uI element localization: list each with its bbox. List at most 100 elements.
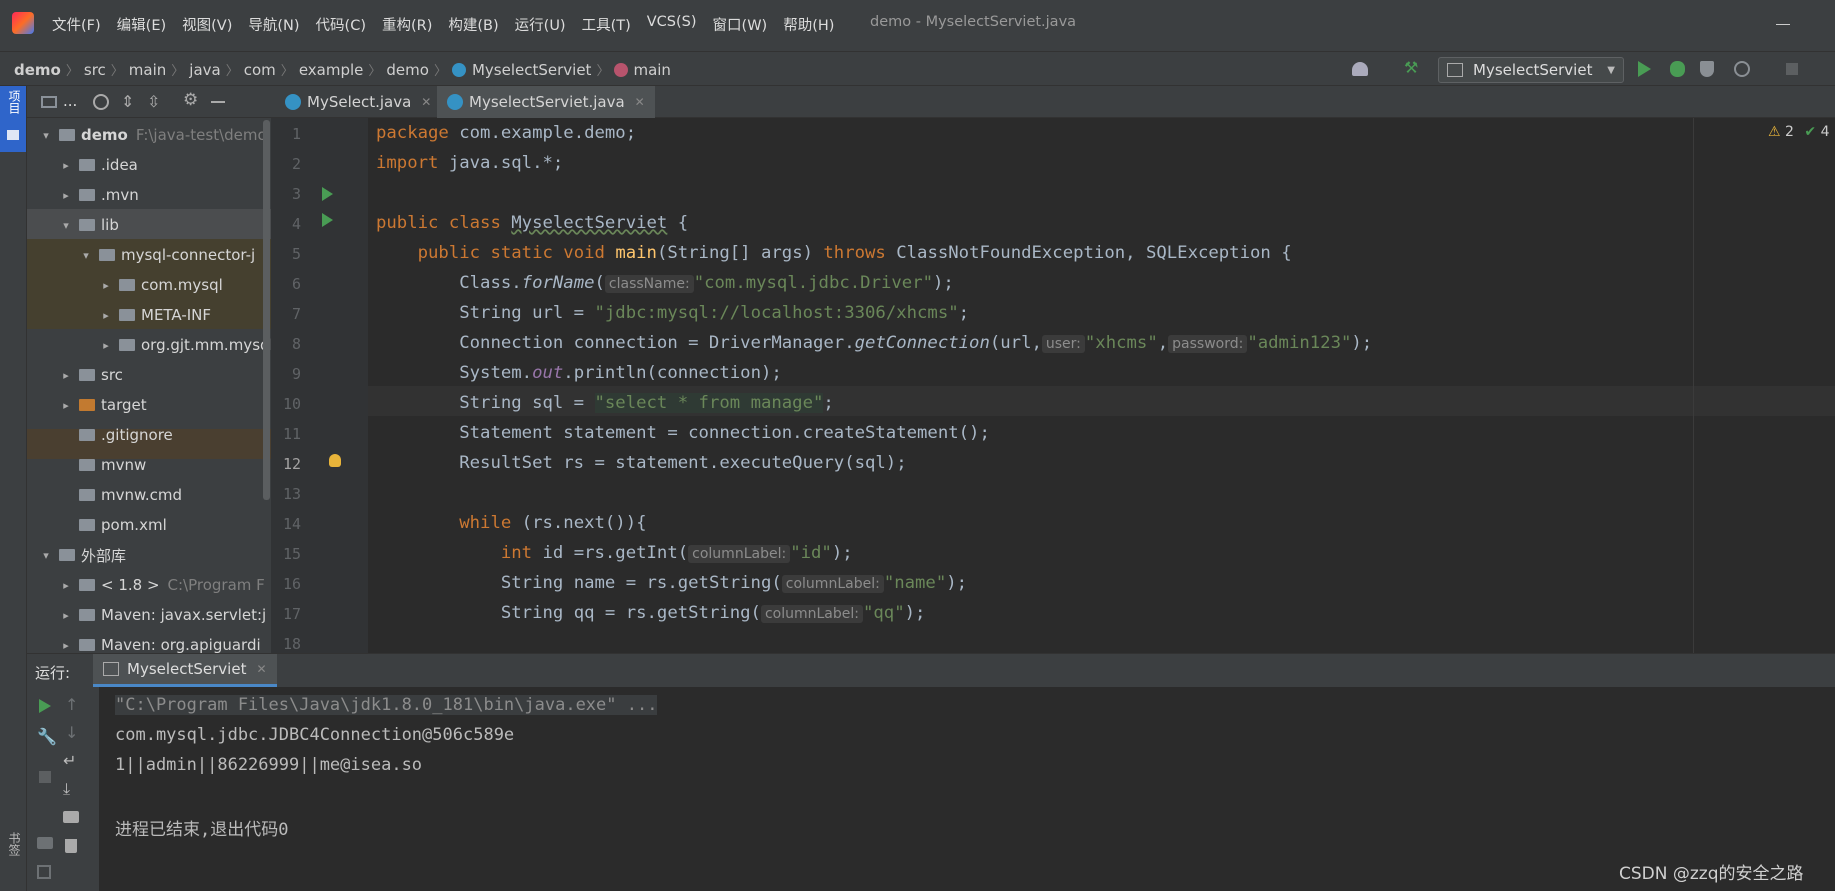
tree-item[interactable]: ▸ target: [27, 390, 271, 420]
param-hint: columnLabel:: [781, 575, 884, 593]
tab-myselect[interactable]: MySelect.java ✕: [275, 86, 441, 118]
tree-item[interactable]: ▸ org.gjt.mm.mysql: [27, 330, 271, 360]
debug-icon[interactable]: [1670, 61, 1685, 77]
tree-item[interactable]: mvnw.cmd: [27, 480, 271, 510]
expand-all-icon[interactable]: ⇕: [121, 92, 134, 111]
menu-edit[interactable]: 编辑(E): [117, 14, 166, 35]
console-output[interactable]: "C:\Program Files\Java\jdk1.8.0_181\bin\…: [99, 687, 1835, 891]
chevron-right-icon[interactable]: ▸: [59, 399, 73, 412]
breadcrumb-project[interactable]: demo: [14, 61, 61, 79]
tree-item-label: < 1.8 >: [101, 576, 160, 594]
tree-scrollbar[interactable]: [263, 120, 270, 500]
tree-item[interactable]: ▸ < 1.8 > C:\Program F: [27, 570, 271, 600]
tree-item[interactable]: ▸ META-INF: [27, 300, 271, 330]
stop-icon[interactable]: [39, 771, 51, 783]
close-icon[interactable]: ✕: [635, 95, 645, 109]
breadcrumb-example[interactable]: example: [299, 61, 364, 79]
run-gutter-icon[interactable]: [322, 213, 333, 227]
menu-window[interactable]: 窗口(W): [713, 14, 768, 35]
down-arrow-icon[interactable]: ↓: [65, 723, 78, 742]
tree-item[interactable]: .gitignore: [27, 420, 271, 450]
tree-item[interactable]: ▸ .idea: [27, 150, 271, 180]
menu-code[interactable]: 代码(C): [316, 14, 366, 35]
run-tab[interactable]: MyselectServiet ✕: [93, 654, 277, 687]
run-gutter-icon[interactable]: [322, 187, 333, 201]
tree-item[interactable]: ▾ demo F:\java-test\demo: [27, 120, 271, 150]
menu-navigate[interactable]: 导航(N): [248, 14, 299, 35]
menu-file[interactable]: 文件(F): [52, 14, 101, 35]
breadcrumb-java[interactable]: java: [189, 61, 220, 79]
wrench-icon[interactable]: 🔧: [37, 727, 57, 746]
menu-build[interactable]: 构建(B): [448, 14, 498, 35]
chevron-right-icon[interactable]: ▸: [59, 369, 73, 382]
chevron-right-icon[interactable]: ▸: [59, 159, 73, 172]
scroll-to-end-icon[interactable]: ⤓: [63, 779, 70, 799]
tree-item[interactable]: ▸ src: [27, 360, 271, 390]
tree-item[interactable]: ▾ 外部库: [27, 540, 271, 570]
breadcrumb-com[interactable]: com: [244, 61, 276, 79]
run-configuration-select[interactable]: MyselectServiet ▼: [1438, 57, 1624, 83]
tree-item[interactable]: ▸ Maven: org.apiguardi: [27, 630, 271, 653]
chevron-right-icon[interactable]: ▸: [59, 609, 73, 622]
build-hammer-icon[interactable]: ⚒: [1404, 60, 1420, 76]
line-number: 16: [282, 575, 301, 593]
breadcrumb-src[interactable]: src: [84, 61, 106, 79]
tab-myselectserviet[interactable]: MyselectServiet.java ✕: [437, 86, 655, 121]
chevron-right-icon[interactable]: ▸: [59, 639, 73, 652]
bookmarks-tool-label[interactable]: 书签: [6, 832, 23, 856]
project-panel-title[interactable]: ...: [63, 92, 77, 110]
rerun-icon[interactable]: [39, 699, 51, 713]
breadcrumb-main[interactable]: main: [129, 61, 166, 79]
coverage-icon[interactable]: [1700, 61, 1714, 77]
close-icon[interactable]: ✕: [421, 95, 431, 109]
collapse-all-icon[interactable]: ⇳: [147, 92, 160, 111]
locate-icon[interactable]: [93, 94, 109, 110]
tree-item[interactable]: ▾ mysql-connector-j: [27, 240, 271, 270]
chevron-down-icon[interactable]: ▾: [39, 129, 53, 142]
close-icon[interactable]: ✕: [256, 662, 266, 676]
chevron-right-icon[interactable]: ▸: [99, 279, 113, 292]
soft-wrap-icon[interactable]: ↵: [63, 751, 76, 770]
tree-item[interactable]: ▸ .mvn: [27, 180, 271, 210]
tree-item[interactable]: ▸ Maven: javax.servlet:j: [27, 600, 271, 630]
menu-view[interactable]: 视图(V): [182, 14, 232, 35]
folder-icon: [79, 519, 95, 531]
menu-tools[interactable]: 工具(T): [582, 14, 631, 35]
chevron-down-icon[interactable]: ▾: [79, 249, 93, 262]
trash-icon[interactable]: [65, 839, 77, 853]
breadcrumb-demo[interactable]: demo: [386, 61, 429, 79]
chevron-right-icon[interactable]: ▸: [99, 309, 113, 322]
hide-panel-icon[interactable]: [211, 101, 225, 103]
code-editor[interactable]: ⚠ 2 ✔ 4 package com.example.demo; import…: [368, 118, 1835, 653]
project-view-icon[interactable]: [41, 96, 57, 108]
camera-icon[interactable]: [37, 837, 53, 849]
user-icon[interactable]: [1352, 62, 1368, 76]
menu-help[interactable]: 帮助(H): [783, 14, 834, 35]
chevron-down-icon[interactable]: ▾: [39, 549, 53, 562]
breadcrumb-method[interactable]: main: [633, 61, 670, 79]
chevron-down-icon[interactable]: ▾: [59, 219, 73, 232]
menu-refactor[interactable]: 重构(R): [382, 14, 432, 35]
intention-bulb-icon[interactable]: [329, 454, 341, 467]
project-tool-button[interactable]: 项目: [0, 86, 26, 152]
print-icon[interactable]: [63, 811, 79, 823]
tree-item[interactable]: pom.xml: [27, 510, 271, 540]
tree-item[interactable]: mvnw: [27, 450, 271, 480]
tree-item[interactable]: ▾ lib: [27, 210, 271, 240]
chevron-right-icon[interactable]: ▸: [99, 339, 113, 352]
chevron-right-icon[interactable]: ▸: [59, 189, 73, 202]
breadcrumb-class[interactable]: MyselectServiet: [472, 61, 591, 79]
run-icon[interactable]: [1638, 61, 1651, 77]
menu-run[interactable]: 运行(U): [515, 14, 566, 35]
gear-icon[interactable]: ⚙: [183, 90, 198, 110]
chevron-right-icon[interactable]: ▸: [59, 579, 73, 592]
profile-icon[interactable]: [1734, 61, 1750, 77]
up-arrow-icon[interactable]: ↑: [65, 695, 78, 714]
folder-icon: [79, 219, 95, 231]
minimize-icon[interactable]: [1776, 24, 1790, 25]
inspection-widget[interactable]: ⚠ 2 ✔ 4: [1768, 124, 1830, 140]
tree-item[interactable]: ▸ com.mysql: [27, 270, 271, 300]
exit-icon[interactable]: [37, 865, 51, 879]
stop-icon[interactable]: [1786, 63, 1798, 75]
menu-vcs[interactable]: VCS(S): [647, 14, 697, 35]
